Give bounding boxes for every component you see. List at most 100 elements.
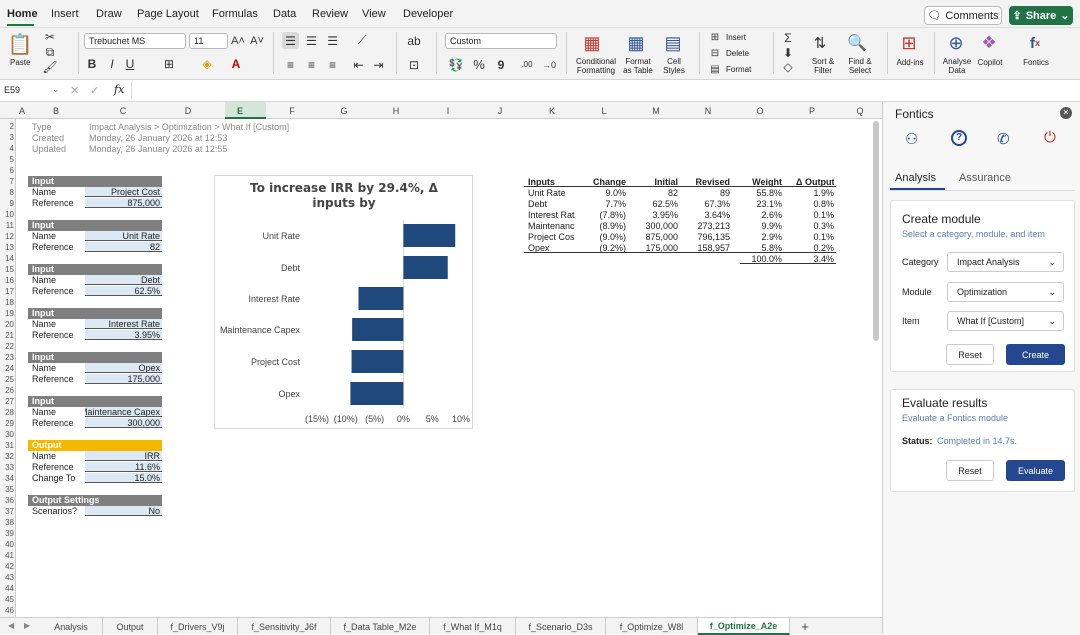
font-name-select[interactable]: Trebuchet MS (84, 33, 186, 49)
panel-tab-assurance[interactable]: Assurance (959, 172, 1011, 184)
insert-cells-icon[interactable]: ⊞ (709, 31, 721, 43)
decrease-decimal-icon[interactable]: →0 (540, 56, 558, 73)
row-header[interactable]: 14 (0, 254, 14, 263)
sheet-tab[interactable]: f_Sensitivity_J6f (238, 618, 331, 635)
sheet-tab[interactable]: Output (103, 618, 158, 635)
column-header[interactable]: C (84, 106, 162, 116)
row-header[interactable]: 36 (0, 496, 14, 505)
copilot-label[interactable]: Copilot (974, 58, 1006, 67)
input-name-value[interactable]: Debt (85, 275, 162, 285)
column-header[interactable]: O (734, 106, 786, 116)
input-name-value[interactable]: Project Cost (85, 187, 162, 197)
clear-icon[interactable]: ◇ (781, 60, 795, 74)
conditional-formatting-icon[interactable]: ▦ (580, 32, 604, 54)
item-select[interactable]: What If [Custom] ⌄ (947, 311, 1064, 331)
row-header[interactable]: 13 (0, 243, 14, 252)
chevron-down-icon[interactable]: ⌄ (52, 84, 60, 95)
orientation-icon[interactable]: ⟋ (352, 32, 372, 49)
input-name-value[interactable]: Unit Rate (85, 231, 162, 241)
impact-chart[interactable]: To increase IRR by 29.4%, Δ inputs by Un… (214, 175, 473, 429)
scenarios-value[interactable]: No (85, 506, 162, 516)
evaluate-button[interactable]: Evaluate (1006, 460, 1065, 481)
row-header[interactable]: 23 (0, 353, 14, 362)
tab-draw[interactable]: Draw (96, 8, 122, 20)
align-bottom-icon[interactable]: ☰ (324, 32, 341, 49)
input-name-value[interactable]: Interest Rate (85, 319, 162, 329)
formula-input[interactable] (131, 82, 1076, 99)
find-select-icon[interactable]: 🔍 (846, 32, 868, 54)
module-select[interactable]: Optimization ⌄ (947, 282, 1064, 302)
tab-insert[interactable]: Insert (51, 8, 79, 20)
row-header[interactable]: 22 (0, 342, 14, 351)
input-reference-value[interactable]: 62.5% (85, 286, 162, 296)
output-change-value[interactable]: 15.0% (85, 473, 162, 483)
row-header[interactable]: 43 (0, 573, 14, 582)
row-header[interactable]: 27 (0, 397, 14, 406)
fontics-label[interactable]: Fontics (1019, 58, 1053, 67)
sheet-tab[interactable]: f_What If_M1q (430, 618, 516, 635)
column-header[interactable]: J (474, 106, 526, 116)
row-header[interactable]: 12 (0, 232, 14, 241)
category-select[interactable]: Impact Analysis ⌄ (947, 252, 1064, 272)
row-header[interactable]: 26 (0, 386, 14, 395)
insert-cells-label[interactable]: Insert (726, 33, 746, 42)
power-icon[interactable]: ⏻ (1044, 129, 1056, 146)
row-header[interactable]: 38 (0, 518, 14, 527)
input-reference-value[interactable]: 875,000 (85, 198, 162, 208)
input-reference-value[interactable]: 3.95% (85, 330, 162, 340)
row-header[interactable]: 29 (0, 419, 14, 428)
currency-icon[interactable]: 💱 (447, 56, 465, 73)
reset-button[interactable]: Reset (946, 344, 994, 365)
column-header[interactable]: H (370, 106, 422, 116)
sheet-tab[interactable]: f_Optimize_W8l (606, 618, 698, 635)
row-header[interactable]: 35 (0, 485, 14, 494)
align-right-icon[interactable]: ≡ (324, 56, 341, 73)
decrease-indent-icon[interactable]: ⇤ (350, 56, 367, 73)
output-name-value[interactable]: IRR (85, 451, 162, 461)
panel-tab-analysis[interactable]: Analysis (895, 172, 936, 184)
row-header[interactable]: 32 (0, 452, 14, 461)
row-header[interactable]: 15 (0, 265, 14, 274)
fill-color-icon[interactable]: ◈ (200, 57, 214, 71)
row-header[interactable]: 18 (0, 298, 14, 307)
column-header[interactable]: B (28, 106, 84, 116)
create-button[interactable]: Create (1006, 344, 1065, 365)
column-header[interactable]: G (318, 106, 370, 116)
format-cells-icon[interactable]: ▤ (709, 63, 721, 75)
column-header[interactable]: K (526, 106, 578, 116)
input-reference-value[interactable]: 300,000 (85, 418, 162, 428)
row-header[interactable]: 37 (0, 507, 14, 516)
column-header[interactable]: L (578, 106, 630, 116)
delete-cells-label[interactable]: Delete (726, 49, 749, 58)
column-header[interactable]: A (16, 106, 28, 116)
format-as-table-icon[interactable]: ▦ (624, 32, 648, 54)
increase-indent-icon[interactable]: ⇥ (370, 56, 387, 73)
align-left-icon[interactable]: ≡ (282, 56, 299, 73)
merge-center-icon[interactable]: ⊡ (404, 56, 424, 73)
row-header[interactable]: 40 (0, 540, 14, 549)
sheet-tab[interactable]: Analysis (40, 618, 103, 635)
input-reference-value[interactable]: 175,000 (85, 374, 162, 384)
close-icon[interactable]: ✕ (1060, 107, 1072, 119)
tab-developer[interactable]: Developer (403, 8, 453, 20)
add-ins-label[interactable]: Add-ins (894, 58, 926, 67)
tab-view[interactable]: View (362, 8, 386, 20)
row-header[interactable]: 19 (0, 309, 14, 318)
font-color-icon[interactable]: A (229, 57, 243, 71)
confirm-icon[interactable]: ✓ (90, 84, 99, 97)
column-header[interactable]: M (630, 106, 682, 116)
tab-formulas[interactable]: Formulas (212, 8, 258, 20)
scroll-left-icon[interactable]: ◀ (8, 621, 14, 630)
column-header[interactable]: N (682, 106, 734, 116)
percent-button[interactable]: % (472, 56, 486, 73)
row-header[interactable]: 21 (0, 331, 14, 340)
row-header[interactable]: 28 (0, 408, 14, 417)
add-sheet-icon[interactable]: + (792, 618, 818, 635)
tab-review[interactable]: Review (312, 8, 348, 20)
underline-button[interactable]: U (124, 57, 136, 71)
row-header[interactable]: 25 (0, 375, 14, 384)
comments-button[interactable]: 🗨 Comments (924, 6, 1002, 25)
cancel-icon[interactable]: ✕ (70, 84, 79, 97)
row-header[interactable]: 44 (0, 584, 14, 593)
delete-cells-icon[interactable]: ⊟ (709, 47, 721, 59)
